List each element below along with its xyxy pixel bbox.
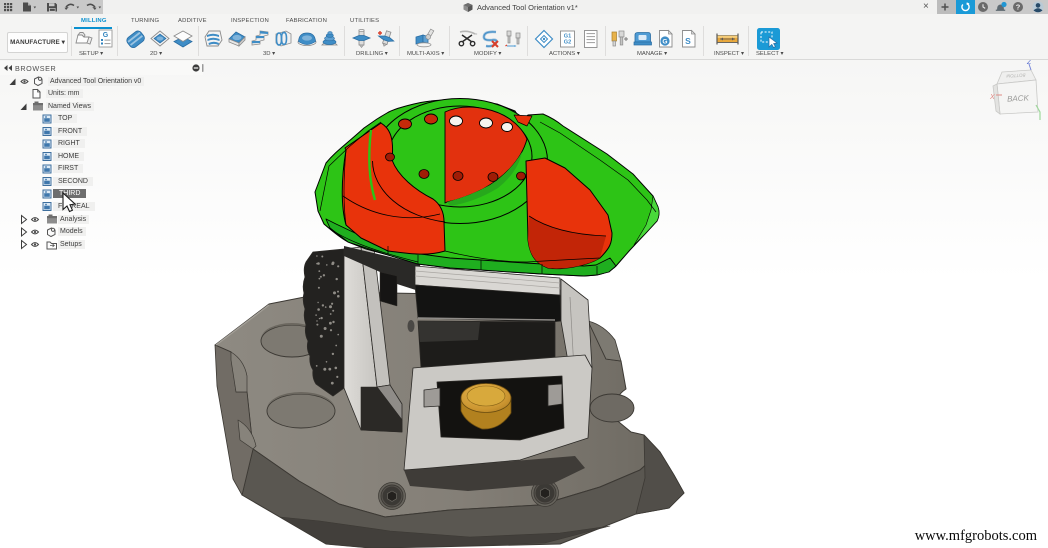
svg-text:X: X <box>989 94 995 101</box>
svg-text:BACK: BACK <box>1007 93 1030 103</box>
svg-text:G: G <box>662 38 667 45</box>
svg-text:S: S <box>685 36 691 46</box>
svg-text:G: G <box>103 32 109 39</box>
svg-text:?: ? <box>1016 3 1021 12</box>
svg-text:Z: Z <box>1026 59 1032 66</box>
svg-text:G2: G2 <box>564 39 571 45</box>
svg-text:BOTTOM: BOTTOM <box>1006 73 1026 79</box>
